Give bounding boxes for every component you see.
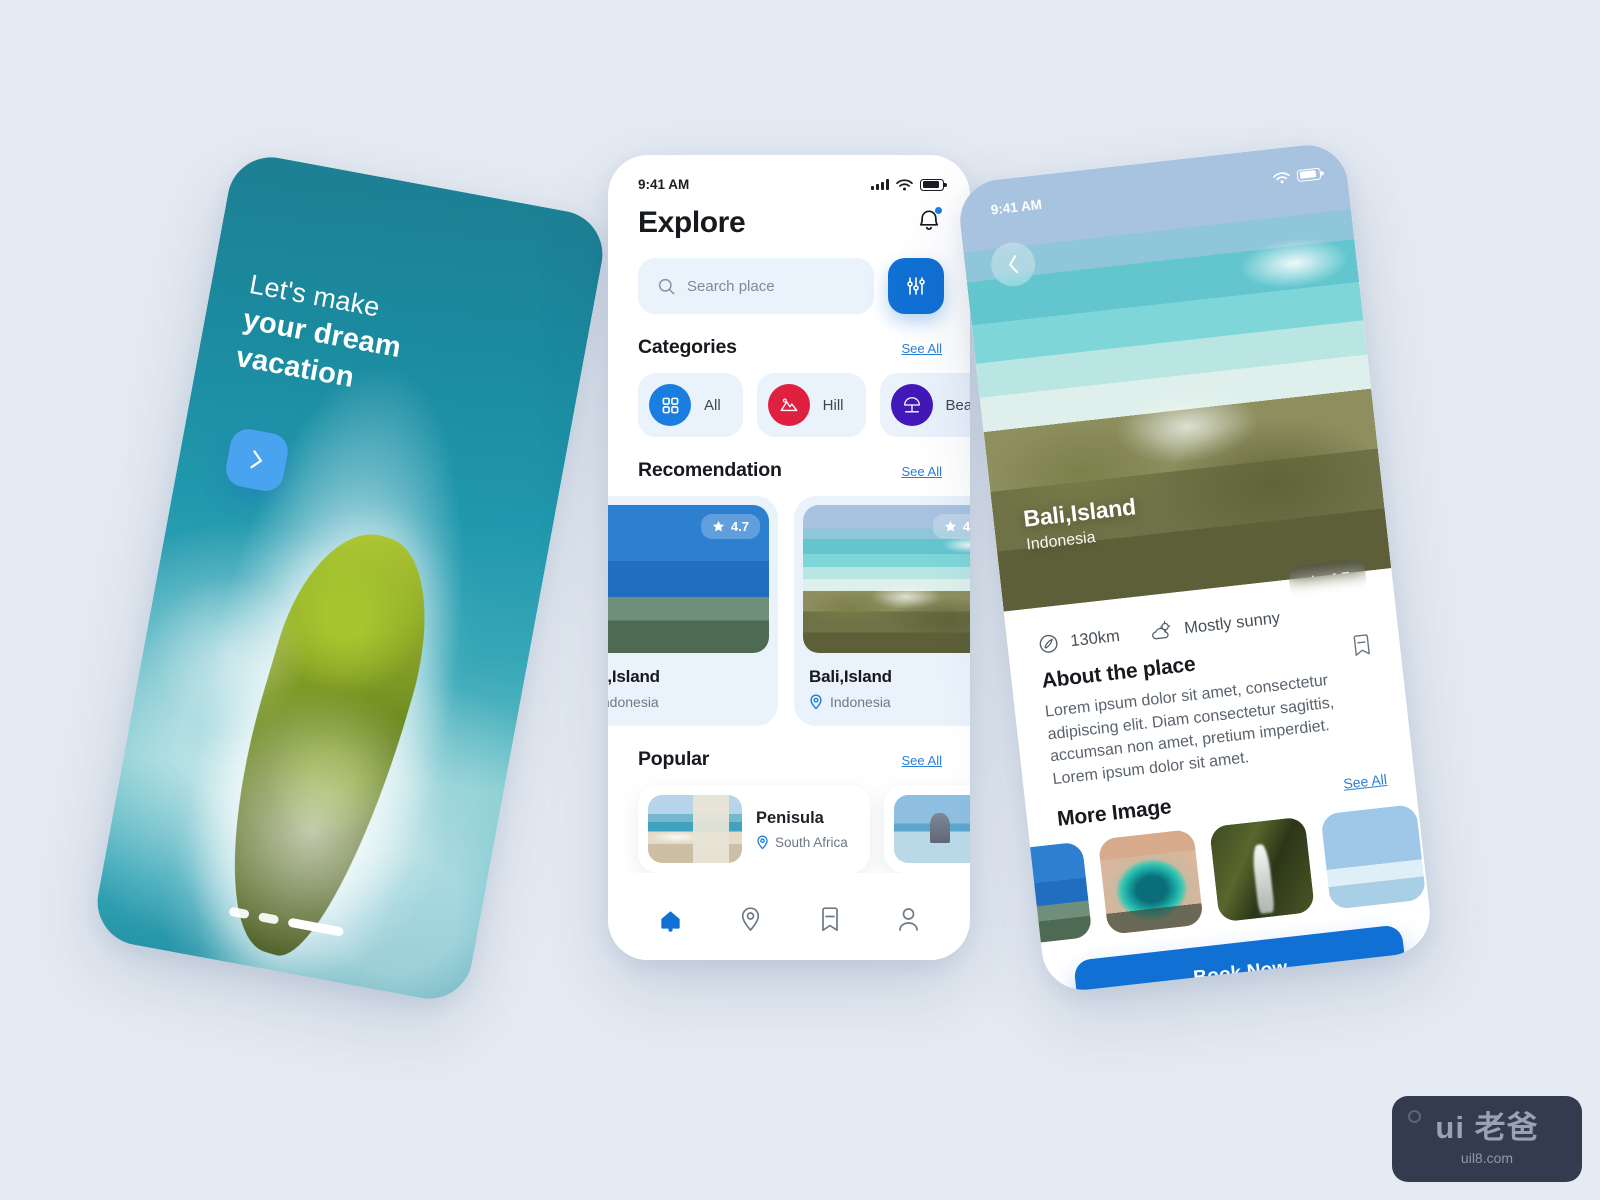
- location-pin-icon: [810, 694, 822, 710]
- explore-phone: 9:41 AM Explore Search place Categories …: [608, 155, 970, 960]
- location-pin-icon: [757, 835, 768, 849]
- recommendation-list[interactable]: 4.7 Bali,Island Indonesia: [608, 482, 970, 726]
- status-time: 9:41 AM: [638, 177, 690, 192]
- recommendation-card[interactable]: 4.7 Bali,Island Indonesia: [794, 496, 970, 726]
- location-pin-icon: [742, 907, 760, 932]
- watermark-ring-icon: [1408, 1110, 1421, 1123]
- explore-header: Explore: [608, 192, 970, 240]
- star-icon: [712, 520, 724, 532]
- more-image-thumb[interactable]: [1320, 803, 1427, 910]
- categories-see-all[interactable]: See All: [902, 341, 942, 356]
- home-icon: [661, 911, 680, 932]
- tab-location[interactable]: [738, 906, 763, 938]
- recommendation-country: Indonesia: [830, 694, 891, 710]
- distance-value: 130km: [1069, 626, 1121, 650]
- wifi-icon: [1273, 171, 1290, 183]
- mockup-stage: Let's make your dream vacation 9:41 AM E…: [0, 0, 1600, 1200]
- star-icon: [944, 520, 956, 532]
- notification-button[interactable]: [916, 206, 943, 239]
- explore-status-bar: 9:41 AM: [608, 155, 970, 192]
- detail-hero-photo: 9:41 AM Bali,Island Indonesia 4.7: [955, 140, 1392, 612]
- search-input[interactable]: Search place: [638, 258, 874, 314]
- more-image-thumb[interactable]: [1209, 816, 1316, 923]
- recommendation-photo: 4.7: [803, 505, 970, 653]
- recommendation-see-all[interactable]: See All: [902, 464, 942, 479]
- detail-phone: 9:41 AM Bali,Island Indonesia 4.7 130km …: [955, 140, 1435, 995]
- more-image-thumb[interactable]: [986, 841, 1093, 948]
- bottom-tab-bar[interactable]: [608, 884, 970, 960]
- battery-icon: [1296, 167, 1322, 182]
- rating-value: 4.7: [730, 519, 749, 534]
- battery-icon: [920, 178, 947, 191]
- popular-country: South Africa: [775, 834, 848, 850]
- beach-umbrella-icon: [890, 384, 933, 426]
- category-label: Beach: [945, 396, 970, 414]
- wifi-icon: [896, 178, 913, 190]
- onboarding-hero-photo: [90, 150, 610, 1006]
- recommendation-name: Bali,Island: [608, 667, 660, 686]
- popular-name: Penisula: [756, 808, 824, 827]
- recommendation-location: Indonesia: [803, 687, 970, 726]
- recommendation-country: Indonesia: [608, 694, 659, 710]
- mountain-icon: [767, 384, 810, 426]
- search-placeholder: Search place: [687, 277, 775, 295]
- categories-list[interactable]: All Hill Bea: [608, 359, 970, 437]
- search-icon: [658, 278, 675, 294]
- onboarding-phone: Let's make your dream vacation: [90, 150, 610, 1006]
- category-label: All: [704, 396, 721, 414]
- recommendation-section-header: Recomendation See All: [608, 437, 970, 482]
- popular-card[interactable]: [883, 785, 970, 873]
- recommendation-photo: 4.7: [608, 505, 769, 653]
- recommendation-location: Indonesia: [608, 687, 769, 726]
- profile-icon: [899, 908, 918, 931]
- more-image-see-all[interactable]: See All: [1343, 771, 1388, 792]
- filter-button[interactable]: [888, 258, 944, 314]
- sliders-icon: [907, 277, 925, 295]
- recommendation-name: Bali,Island: [809, 667, 892, 686]
- category-chip-beach[interactable]: Beach: [879, 373, 970, 437]
- categories-title: Categories: [638, 336, 737, 358]
- notification-badge: [934, 206, 943, 215]
- popular-photo: [648, 795, 742, 863]
- grid-icon: [649, 384, 691, 426]
- popular-list[interactable]: Penisula South Africa: [608, 771, 970, 873]
- rating-badge: 4.7: [932, 514, 970, 539]
- island-shape: [192, 516, 454, 972]
- search-row: Search place: [608, 240, 970, 314]
- popular-see-all[interactable]: See All: [902, 753, 942, 768]
- tab-bookmark[interactable]: [818, 906, 842, 938]
- rating-badge: 4.7: [700, 514, 760, 539]
- recommendation-title: Recomendation: [638, 459, 782, 481]
- cellular-bars-icon: [871, 179, 889, 190]
- recommendation-card[interactable]: 4.7 Bali,Island Indonesia: [608, 496, 778, 726]
- popular-photo: [893, 795, 970, 863]
- book-now-button[interactable]: Book Now: [1073, 924, 1408, 995]
- bookmark-icon[interactable]: [1351, 633, 1373, 658]
- chevron-left-icon: [1008, 255, 1018, 274]
- partly-cloudy-icon: [1151, 620, 1170, 640]
- popular-title: Popular: [638, 748, 710, 770]
- tab-home[interactable]: [657, 906, 684, 938]
- popular-card[interactable]: Penisula South Africa: [638, 785, 870, 873]
- category-chip-all[interactable]: All: [638, 373, 743, 437]
- watermark: ui 老爸 uil8.com: [1392, 1096, 1582, 1182]
- category-label: Hill: [822, 396, 844, 414]
- categories-section-header: Categories See All: [608, 314, 970, 359]
- category-chip-hill[interactable]: Hill: [756, 373, 866, 437]
- route-icon: [1039, 634, 1058, 653]
- watermark-logo: ui 老爸: [1435, 1110, 1539, 1145]
- watermark-url: uil8.com: [1460, 1150, 1514, 1166]
- page-title: Explore: [638, 206, 746, 239]
- more-image-thumb[interactable]: [1097, 828, 1204, 935]
- chevron-right-icon: [250, 450, 262, 469]
- bookmark-icon: [821, 907, 838, 932]
- tab-profile[interactable]: [896, 906, 921, 938]
- rating-value: 4.7: [962, 519, 970, 534]
- popular-section-header: Popular See All: [608, 726, 970, 771]
- popular-location: South Africa: [756, 835, 848, 850]
